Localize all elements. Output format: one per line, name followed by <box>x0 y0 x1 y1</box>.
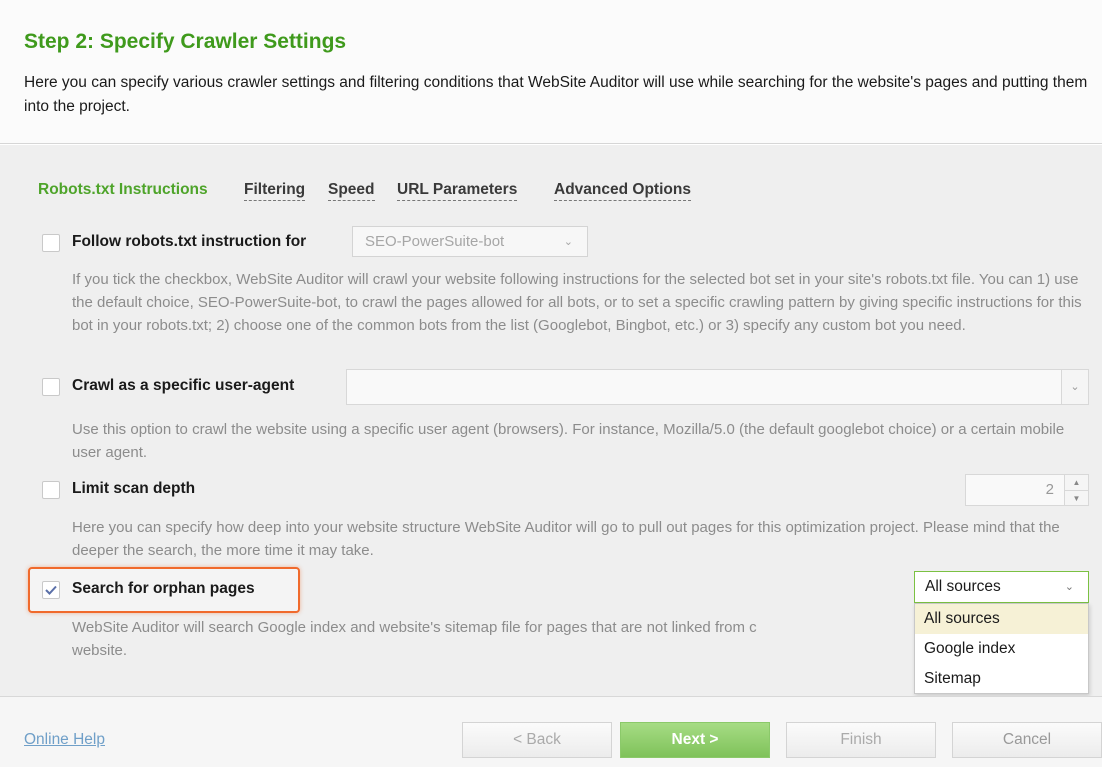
online-help-link[interactable]: Online Help <box>24 731 105 749</box>
robots-checkbox[interactable] <box>42 234 60 252</box>
user-agent-dropdown-button[interactable]: ⌄ <box>1062 369 1089 405</box>
arrow-down-icon[interactable]: ▼ <box>1065 491 1088 506</box>
arrow-up-icon[interactable]: ▲ <box>1065 475 1088 491</box>
cancel-button[interactable]: Cancel <box>952 722 1102 758</box>
scan-depth-stepper[interactable]: ▲ ▼ <box>1065 474 1089 506</box>
back-button[interactable]: < Back <box>462 722 612 758</box>
scan-depth-input[interactable]: 2 <box>965 474 1065 506</box>
bot-select[interactable]: SEO-PowerSuite-bot ⌄ <box>352 226 588 257</box>
tab-speed[interactable]: Speed <box>328 180 375 201</box>
user-agent-checkbox[interactable] <box>42 378 60 396</box>
user-agent-label: Crawl as a specific user-agent <box>72 377 295 394</box>
source-select-value: All sources <box>925 578 1001 595</box>
tab-filtering[interactable]: Filtering <box>244 180 306 201</box>
bot-select-value: SEO-PowerSuite-bot <box>365 233 505 250</box>
robots-description: If you tick the checkbox, WebSite Audito… <box>72 271 1082 334</box>
tab-url-parameters[interactable]: URL Parameters <box>397 180 518 201</box>
chevron-down-icon: ⌄ <box>1070 381 1080 393</box>
source-option-google[interactable]: Google index <box>915 634 1088 664</box>
chevron-down-icon: ⌄ <box>1064 581 1074 593</box>
page-title: Step 2: Specify Crawler Settings <box>24 30 347 53</box>
chevron-down-icon: ⌄ <box>563 236 573 248</box>
user-agent-input[interactable] <box>346 369 1062 405</box>
tab-advanced-options[interactable]: Advanced Options <box>554 180 691 201</box>
orphan-description: WebSite Auditor will search Google index… <box>72 619 757 636</box>
scan-depth-checkbox[interactable] <box>42 481 60 499</box>
page-description: Here you can specify various crawler set… <box>24 74 1088 115</box>
scan-depth-label: Limit scan depth <box>72 480 196 497</box>
user-agent-description: Use this option to crawl the website usi… <box>72 421 1065 461</box>
source-select[interactable]: All sources ⌄ <box>914 571 1089 603</box>
source-dropdown-list: All sources Google index Sitemap <box>914 603 1089 694</box>
checkmark-icon <box>45 585 57 595</box>
robots-label: Follow robots.txt instruction for <box>72 233 307 250</box>
orphan-label: Search for orphan pages <box>72 580 255 597</box>
orphan-checkbox[interactable] <box>42 581 60 599</box>
tab-robots-txt[interactable]: Robots.txt Instructions <box>38 180 208 200</box>
scan-depth-description: Here you can specify how deep into your … <box>72 519 1060 559</box>
source-option-all[interactable]: All sources <box>915 604 1088 634</box>
next-button[interactable]: Next > <box>620 722 770 758</box>
finish-button[interactable]: Finish <box>786 722 936 758</box>
source-option-sitemap[interactable]: Sitemap <box>915 664 1088 694</box>
wizard-header: Step 2: Specify Crawler Settings Here yo… <box>0 0 1102 144</box>
orphan-description-line2: website. <box>72 642 128 659</box>
